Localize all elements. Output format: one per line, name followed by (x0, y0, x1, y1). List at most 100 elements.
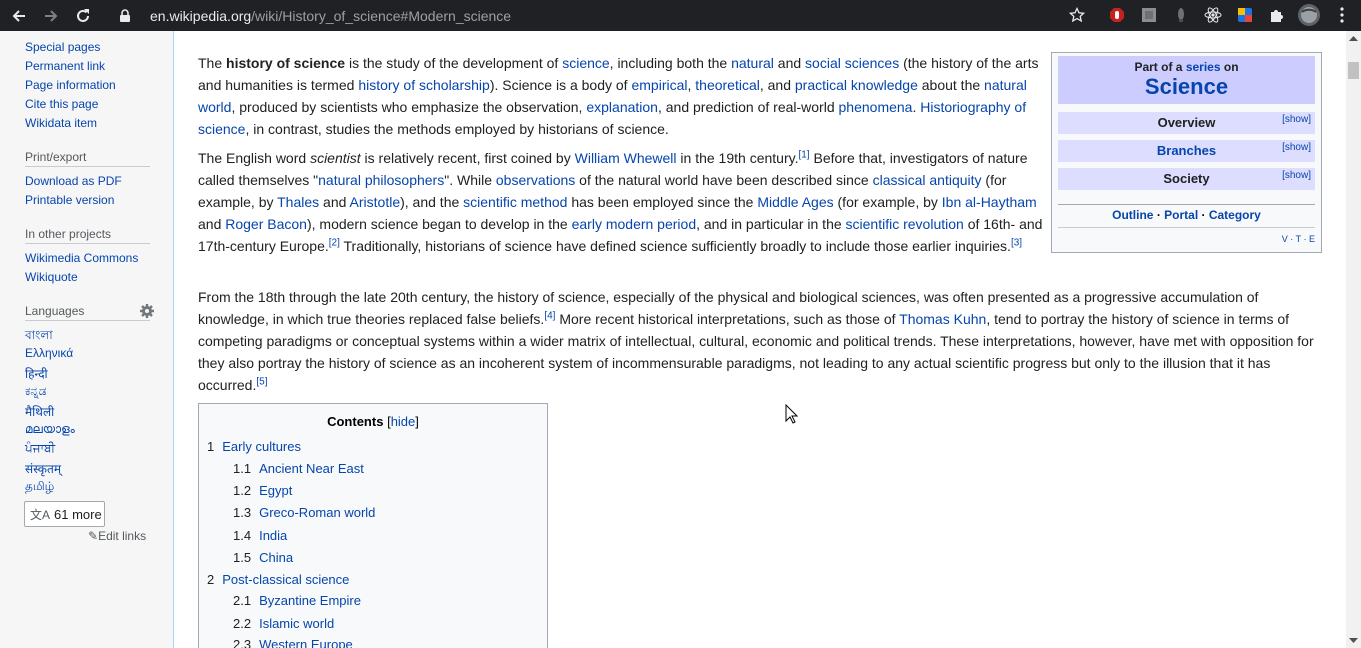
toc-entry-label[interactable]: Greco-Roman world (259, 505, 375, 520)
toc-entry-label[interactable]: Early cultures (222, 439, 301, 454)
toc-entry-label[interactable]: China (259, 550, 293, 565)
article-link[interactable]: early modern period (572, 216, 697, 232)
vte-edit-link[interactable]: E (1309, 234, 1315, 244)
sidebar-wikiquote[interactable]: Wikiquote (25, 270, 78, 284)
toc-entry[interactable]: 1.1 Ancient Near East (233, 461, 364, 476)
article-link[interactable]: Roger Bacon (225, 216, 307, 232)
language-link-tamil[interactable]: தமிழ் (25, 479, 54, 495)
address-bar[interactable]: en.wikipedia.org/wiki/History_of_science… (106, 2, 1096, 29)
toc-entry-label[interactable]: India (259, 528, 287, 543)
adblock-extension-icon[interactable] (1106, 4, 1128, 26)
article-link[interactable]: Middle Ages (757, 194, 833, 210)
article-link[interactable]: Thales (277, 194, 319, 210)
sidebar-download-pdf[interactable]: Download as PDF (25, 174, 122, 188)
citation-link[interactable]: [4] (544, 310, 555, 321)
article-link[interactable]: Ibn al-Haytham (942, 194, 1037, 210)
scroll-up-arrow-icon[interactable] (1349, 35, 1358, 41)
infobox-row-overview[interactable]: Overview [show] (1058, 112, 1315, 134)
infobox-title-science[interactable]: Science (1058, 74, 1315, 100)
article-link[interactable]: observations (496, 172, 575, 188)
citation-link[interactable]: [1] (798, 149, 809, 160)
infobox-row-society[interactable]: Society [show] (1058, 168, 1315, 190)
language-link-greek[interactable]: Ελληνικά (25, 346, 73, 360)
article-link[interactable]: science (562, 55, 609, 71)
reload-button[interactable] (71, 4, 95, 28)
toc-hide-toggle[interactable]: hide (391, 414, 416, 429)
sidebar-wikidata-item[interactable]: Wikidata item (25, 116, 97, 130)
toc-entry[interactable]: 1 Early cultures (207, 439, 301, 454)
language-link-bengali[interactable]: বাংলা (25, 327, 53, 347)
language-link-hindi[interactable]: हिन्दी (25, 365, 48, 382)
article-link[interactable]: explanation (586, 99, 658, 115)
language-link-maithili[interactable]: मैथिली (25, 403, 54, 420)
show-toggle[interactable]: [show] (1282, 137, 1311, 159)
infobox-category-link[interactable]: Category (1209, 208, 1261, 222)
toc-entry-label[interactable]: Byzantine Empire (259, 593, 361, 608)
infobox-series-link[interactable]: series (1186, 60, 1221, 74)
page-scrollbar[interactable] (1346, 31, 1361, 648)
extension-colorful-icon[interactable] (1234, 4, 1256, 26)
toc-entry[interactable]: 2 Post-classical science (207, 572, 349, 587)
sidebar-page-information[interactable]: Page information (25, 78, 116, 92)
toc-entry-label[interactable]: Islamic world (259, 616, 334, 631)
forward-button[interactable] (39, 4, 63, 28)
article-link[interactable]: phenomena (839, 99, 913, 115)
vte-view-link[interactable]: V (1282, 234, 1288, 244)
citation-link[interactable]: [3] (1011, 237, 1022, 248)
toc-entry-label[interactable]: Post-classical science (222, 572, 349, 587)
language-link-kannada[interactable]: ಕನ್ನಡ (25, 384, 46, 399)
article-link[interactable]: practical knowledge (795, 77, 918, 93)
language-link-sanskrit[interactable]: संस्कृतम् (25, 460, 61, 477)
react-devtools-icon[interactable] (1202, 4, 1224, 26)
scrollbar-thumb[interactable] (1348, 62, 1359, 79)
toc-entry-label[interactable]: Western Europe (259, 637, 353, 648)
language-link-punjabi[interactable]: ਪੰਜਾਬੀ (25, 441, 55, 456)
article-link[interactable]: William Whewell (575, 150, 677, 166)
article-link[interactable]: empirical (631, 77, 687, 93)
more-languages-button[interactable]: 文A 61 more (24, 501, 105, 527)
article-link[interactable]: natural philosophers (318, 172, 444, 188)
article-link[interactable]: history of scholarship (358, 77, 490, 93)
edit-links[interactable]: ✎Edit links (88, 529, 146, 543)
scroll-down-arrow-icon[interactable] (1349, 638, 1358, 644)
toc-entry[interactable]: 1.5 China (233, 550, 293, 565)
sidebar-special-pages[interactable]: Special pages (25, 40, 100, 54)
toc-entry-label[interactable]: Ancient Near East (259, 461, 364, 476)
show-toggle[interactable]: [show] (1282, 165, 1311, 187)
sidebar-permanent-link[interactable]: Permanent link (25, 59, 105, 73)
citation-link[interactable]: [5] (256, 376, 267, 387)
sidebar-wikimedia-commons[interactable]: Wikimedia Commons (25, 251, 138, 265)
browser-menu-icon[interactable] (1331, 4, 1353, 26)
infobox-outline-link[interactable]: Outline (1112, 208, 1153, 222)
article-link[interactable]: natural (731, 55, 774, 71)
language-link-malayalam[interactable]: മലയാളം (25, 422, 75, 437)
toc-entry[interactable]: 2.2 Islamic world (233, 616, 334, 631)
sidebar-cite-this-page[interactable]: Cite this page (25, 97, 98, 111)
citation-link[interactable]: [2] (329, 237, 340, 248)
toc-entry[interactable]: 1.4 India (233, 528, 287, 543)
extension-rocket-icon[interactable] (1170, 4, 1192, 26)
article-link[interactable]: scientific revolution (846, 216, 964, 232)
language-settings-gear-icon[interactable] (139, 303, 155, 319)
toc-entry[interactable]: 2.3 Western Europe (233, 637, 353, 648)
toc-entry-label[interactable]: Egypt (259, 483, 292, 498)
article-link[interactable]: theoretical (695, 77, 760, 93)
vte-talk-link[interactable]: T (1296, 234, 1301, 244)
show-toggle[interactable]: [show] (1282, 109, 1311, 131)
sidebar-printable-version[interactable]: Printable version (25, 193, 114, 207)
back-button[interactable] (7, 4, 31, 28)
infobox-row-branches[interactable]: Branches [show] (1058, 140, 1315, 162)
article-link[interactable]: classical antiquity (873, 172, 982, 188)
toc-entry[interactable]: 2.1 Byzantine Empire (233, 593, 361, 608)
article-link[interactable]: social sciences (805, 55, 899, 71)
article-link[interactable]: scientific method (463, 194, 567, 210)
extensions-puzzle-icon[interactable] (1266, 4, 1288, 26)
extension-gray-icon[interactable] (1138, 4, 1160, 26)
toc-entry[interactable]: 1.2 Egypt (233, 483, 292, 498)
article-link[interactable]: Thomas Kuhn (899, 311, 986, 327)
infobox-row-label[interactable]: Branches (1157, 143, 1216, 158)
toc-entry[interactable]: 1.3 Greco-Roman world (233, 505, 375, 520)
infobox-portal-link[interactable]: Portal (1164, 208, 1198, 222)
profile-avatar-icon[interactable] (1297, 4, 1321, 26)
article-link[interactable]: Aristotle (350, 194, 401, 210)
